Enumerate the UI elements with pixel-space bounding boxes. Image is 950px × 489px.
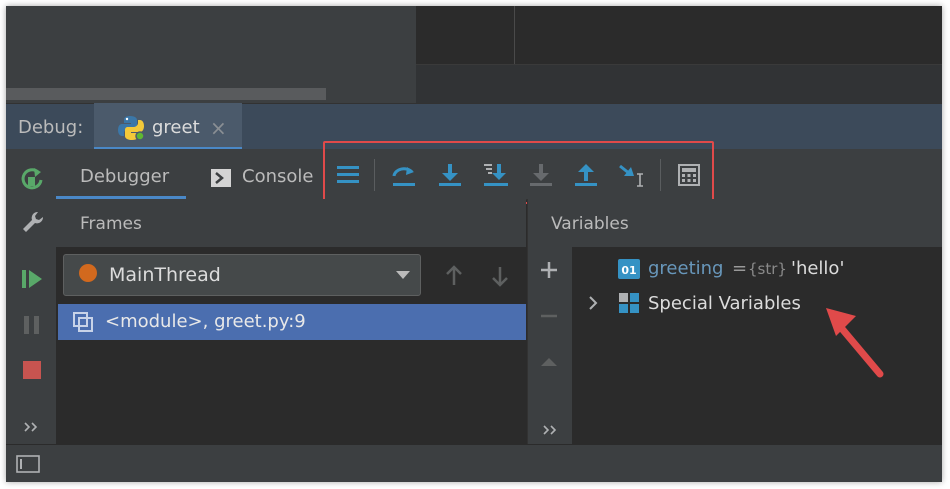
wrench-icon[interactable] — [20, 209, 44, 235]
arrow-down-icon[interactable] — [490, 264, 510, 288]
special-variables-icon — [619, 293, 639, 313]
debug-side-toolbar — [6, 149, 57, 444]
special-variables-label[interactable]: Special Variables — [648, 293, 801, 314]
editor-pane — [416, 6, 942, 64]
variable-eq: = — [732, 258, 748, 279]
tab-console[interactable]: Console — [242, 166, 313, 187]
variable-type-icon: 01 — [618, 259, 640, 279]
svg-text:01: 01 — [621, 264, 636, 277]
toolbar-highlight-box — [323, 141, 714, 204]
chevron-right-icon[interactable] — [586, 294, 600, 312]
ide-window: Debug: greet × Debugger Console Frames M… — [6, 6, 942, 482]
run-config-title: greet — [152, 117, 200, 138]
console-icon — [211, 169, 231, 187]
variable-name[interactable]: greeting — [648, 258, 723, 279]
add-watch-icon[interactable] — [539, 260, 559, 280]
debug-label: Debug: — [18, 117, 84, 138]
frame-label: <module>, greet.py:9 — [105, 311, 306, 332]
rerun-icon[interactable] — [20, 166, 44, 192]
arrow-up-icon[interactable] — [444, 264, 464, 288]
chevron-down-icon[interactable] — [395, 270, 411, 280]
python-icon — [118, 116, 145, 141]
thread-name: MainThread — [109, 264, 221, 286]
stop-icon[interactable] — [20, 358, 44, 382]
thread-status-icon — [79, 264, 97, 282]
variable-value: 'hello' — [791, 258, 845, 279]
tab-debugger[interactable]: Debugger — [80, 166, 169, 187]
divider — [514, 6, 515, 64]
remove-watch-icon[interactable] — [539, 306, 559, 326]
layout-toggle-icon[interactable] — [16, 454, 40, 474]
status-bar — [6, 444, 942, 482]
frames-title: Frames — [80, 214, 142, 234]
close-icon[interactable]: × — [210, 116, 227, 140]
annotation-arrow-icon — [826, 308, 884, 378]
more-icon[interactable] — [541, 422, 559, 438]
move-up-icon[interactable] — [539, 354, 559, 370]
stack-frame-icon — [73, 312, 93, 332]
editor-pane-lower — [416, 64, 942, 104]
more-icon[interactable] — [22, 419, 40, 435]
variable-type: {str} — [748, 260, 787, 278]
resume-icon[interactable] — [20, 267, 44, 291]
pause-icon[interactable] — [20, 313, 44, 337]
horizontal-scrollbar[interactable] — [6, 88, 326, 100]
variables-title: Variables — [551, 214, 629, 234]
